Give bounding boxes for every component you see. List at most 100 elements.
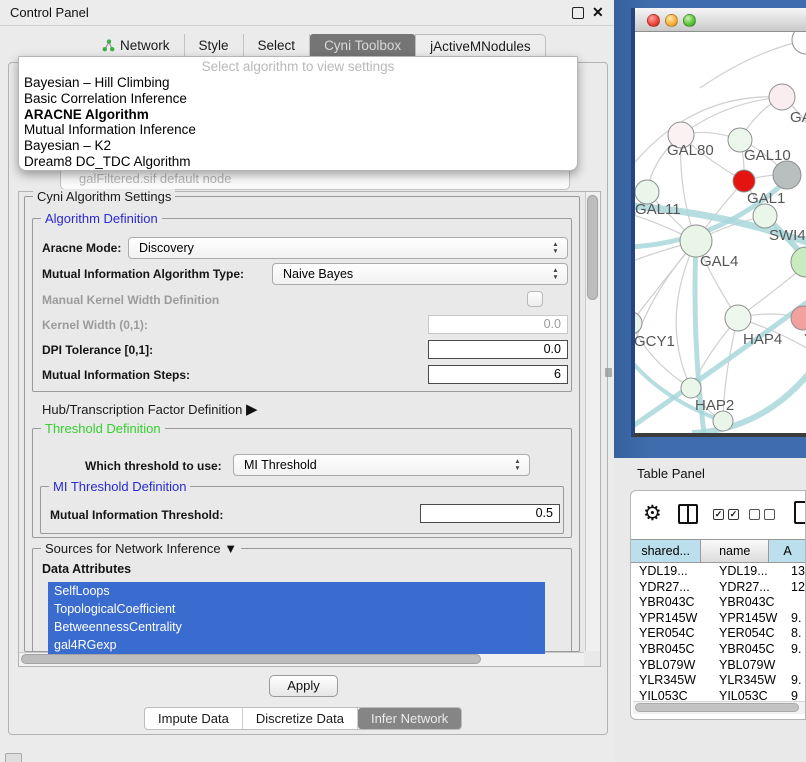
table-panel: ⚙ ✓ ✓ shared...nameA YDL19...YDL19...13Y…	[630, 490, 806, 720]
table-row[interactable]: YLR345WYLR345W9.	[631, 672, 806, 688]
tab-infer-network-label: Infer Network	[371, 711, 448, 726]
algorithm-option[interactable]: ARACNE Algorithm	[19, 107, 577, 123]
algorithm-dropdown-items: Bayesian – Hill ClimbingBasic Correlatio…	[19, 75, 577, 170]
tab-network[interactable]: Network	[88, 34, 185, 57]
mi-steps-field[interactable]: 6	[428, 365, 568, 384]
table-cell: YBL079W	[719, 657, 775, 673]
table-row[interactable]: YDL19...YDL19...13	[631, 563, 806, 579]
which-threshold-value: MI Threshold	[244, 458, 317, 472]
algorithm-dropdown-placeholder: Select algorithm to view settings	[19, 59, 577, 75]
control-panel-titlebar: Control Panel ✕	[0, 0, 614, 26]
network-node-hap2[interactable]	[681, 378, 701, 398]
network-edge[interactable]	[700, 40, 806, 88]
table-row[interactable]: YDR27...YDR27...12	[631, 579, 806, 595]
corner-mini-button[interactable]	[5, 753, 22, 762]
which-threshold-label: Which threshold to use:	[85, 459, 222, 473]
table-cell: 9.	[791, 641, 801, 657]
tab-select[interactable]: Select	[244, 34, 311, 57]
column-header[interactable]: shared...	[631, 540, 701, 562]
network-node-label: GAL	[790, 109, 806, 126]
data-attribute-item[interactable]: TopologicalCoefficient	[48, 600, 545, 618]
horizontal-scrollbar-thumb[interactable]	[21, 654, 481, 664]
network-node-gal[interactable]	[769, 84, 795, 110]
algorithm-option[interactable]: Bayesian – K2	[19, 138, 577, 154]
network-node-swi4[interactable]	[753, 204, 777, 228]
which-threshold-select[interactable]: MI Threshold ▲▼	[233, 454, 530, 476]
columns-icon[interactable]	[678, 504, 698, 524]
sources-title-text: Sources for Network Inference	[45, 541, 221, 556]
manual-kernel-width-checkbox[interactable]	[527, 291, 543, 307]
tab-cyni-toolbox-label: Cyni Toolbox	[324, 38, 401, 53]
table-row[interactable]: YIL053CYIL053C9	[631, 688, 806, 701]
algorithm-option[interactable]: Basic Correlation Inference	[19, 91, 577, 107]
algorithm-option[interactable]: Dream8 DC_TDC Algorithm	[19, 154, 577, 170]
vertical-scrollbar-thumb[interactable]	[587, 195, 598, 300]
panel-divider-grip[interactable]	[605, 368, 612, 377]
network-node[interactable]	[713, 411, 733, 431]
table-cell: YPR145W	[639, 610, 697, 626]
checkbox-unchecked-icon[interactable]	[764, 509, 775, 520]
dpi-tolerance-label: DPI Tolerance [0,1]:	[42, 343, 153, 357]
table-cell: YDR27...	[639, 579, 690, 595]
checkbox-checked-icon[interactable]: ✓	[713, 509, 724, 520]
tab-network-label: Network	[120, 38, 170, 53]
tab-discretize-data-label: Discretize Data	[256, 711, 344, 726]
mi-threshold-field[interactable]: 0.5	[420, 504, 560, 523]
gear-icon[interactable]: ⚙	[643, 501, 662, 527]
hub-definition-row[interactable]: Hub/Transcription Factor Definition ▶	[42, 400, 258, 418]
control-panel: Control Panel ✕ Network Style Select	[0, 0, 614, 762]
document-icon[interactable]	[794, 501, 806, 524]
window-close-button[interactable]	[647, 14, 660, 27]
aracne-mode-select[interactable]: Discovery ▲▼	[128, 237, 568, 259]
table-cell: YBR043C	[719, 594, 775, 610]
tab-style-label: Style	[199, 38, 229, 53]
network-node[interactable]	[792, 32, 806, 54]
column-header[interactable]: name	[701, 540, 769, 562]
algorithm-option[interactable]: Mutual Information Inference	[19, 122, 577, 138]
window-minimize-button[interactable]	[665, 14, 678, 27]
network-node[interactable]	[773, 161, 801, 189]
algorithm-definition-title: Algorithm Definition	[41, 211, 162, 226]
mi-algorithm-type-select[interactable]: Naive Bayes ▲▼	[272, 263, 568, 285]
tab-infer-network[interactable]: Infer Network	[358, 708, 461, 729]
table-row[interactable]: YBR045CYBR045C9.	[631, 641, 806, 657]
network-edge[interactable]	[681, 97, 782, 135]
tab-cyni-toolbox[interactable]: Cyni Toolbox	[310, 34, 415, 57]
collapse-down-icon[interactable]: ▼	[224, 541, 237, 556]
network-node-hap4[interactable]	[725, 305, 751, 331]
tab-impute-data[interactable]: Impute Data	[145, 708, 243, 729]
checkbox-unchecked-icon[interactable]	[749, 509, 760, 520]
checkbox-checked-icon[interactable]: ✓	[728, 509, 739, 520]
threshold-definition-title: Threshold Definition	[41, 421, 165, 436]
network-node-label: SWI4	[769, 227, 806, 244]
network-node[interactable]	[791, 247, 806, 277]
column-header[interactable]: A	[769, 540, 806, 562]
window-zoom-button[interactable]	[683, 14, 696, 27]
mi-steps-label: Mutual Information Steps:	[42, 368, 190, 382]
network-node-label: GCY1	[635, 333, 675, 350]
data-attribute-item[interactable]: SelfLoops	[48, 582, 545, 600]
network-node-gcy1[interactable]	[635, 312, 642, 334]
table-row[interactable]: YPR145WYPR145W9.	[631, 610, 806, 626]
data-attribute-item[interactable]: gal4RGexp	[48, 636, 545, 654]
network-graph-canvas[interactable]: GALGAL80GAL10GAL1GAL11SWI4GAL4GCY1HAP4YH…	[635, 32, 806, 433]
table-row[interactable]: YER054CYER054C8.	[631, 625, 806, 641]
tab-jactivemnodules[interactable]: jActiveMNodules	[415, 34, 546, 57]
table-horizontal-scrollbar-thumb[interactable]	[635, 703, 799, 712]
table-header: shared...nameA	[631, 539, 806, 563]
data-attribute-item[interactable]: BetweennessCentrality	[48, 618, 545, 636]
network-node-gal1[interactable]	[733, 170, 755, 192]
table-cell: YDL19...	[719, 563, 768, 579]
tab-style[interactable]: Style	[185, 34, 244, 57]
close-panel-icon[interactable]: ✕	[592, 6, 604, 18]
algorithm-option[interactable]: Bayesian – Hill Climbing	[19, 75, 577, 91]
table-row[interactable]: YBL079WYBL079W	[631, 657, 806, 673]
float-panel-icon[interactable]	[572, 7, 584, 19]
kernel-width-field[interactable]: 0.0	[428, 315, 568, 334]
apply-button[interactable]: Apply	[269, 675, 338, 697]
network-window-titlebar[interactable]	[635, 8, 806, 32]
expand-right-icon[interactable]: ▶	[246, 401, 258, 418]
table-row[interactable]: YBR043CYBR043C	[631, 594, 806, 610]
dpi-tolerance-field[interactable]: 0.0	[428, 340, 568, 359]
tab-discretize-data[interactable]: Discretize Data	[243, 708, 358, 729]
